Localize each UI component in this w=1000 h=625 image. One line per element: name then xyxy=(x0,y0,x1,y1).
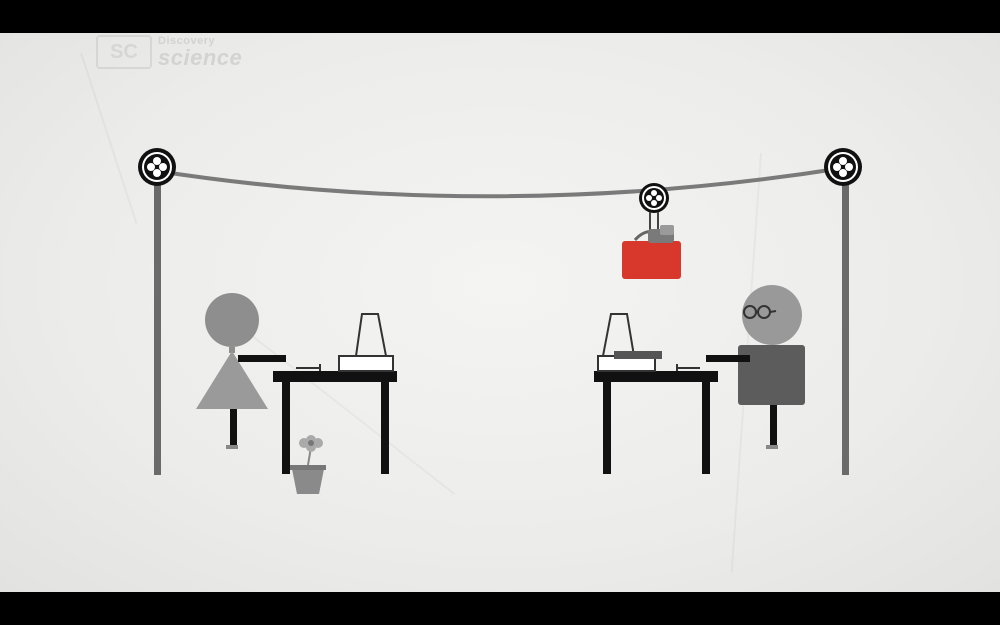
video-frame: SC Discovery science xyxy=(0,33,1000,592)
red-bag xyxy=(622,212,681,279)
desk xyxy=(273,371,397,474)
flower-pot xyxy=(290,435,326,494)
right-pole xyxy=(842,178,849,475)
wire xyxy=(156,166,844,199)
desk xyxy=(594,371,718,474)
man-figure-with-glasses xyxy=(706,285,805,449)
letterbox-top xyxy=(0,0,1000,33)
woman-figure xyxy=(196,293,286,449)
computer xyxy=(597,313,700,372)
pulley-icon xyxy=(138,148,176,186)
illustration xyxy=(138,148,862,494)
pulley-icon xyxy=(639,183,669,213)
pulley-icon xyxy=(824,148,862,186)
computer xyxy=(296,313,394,372)
letterbox-bottom xyxy=(0,592,1000,625)
left-pole xyxy=(154,178,161,475)
